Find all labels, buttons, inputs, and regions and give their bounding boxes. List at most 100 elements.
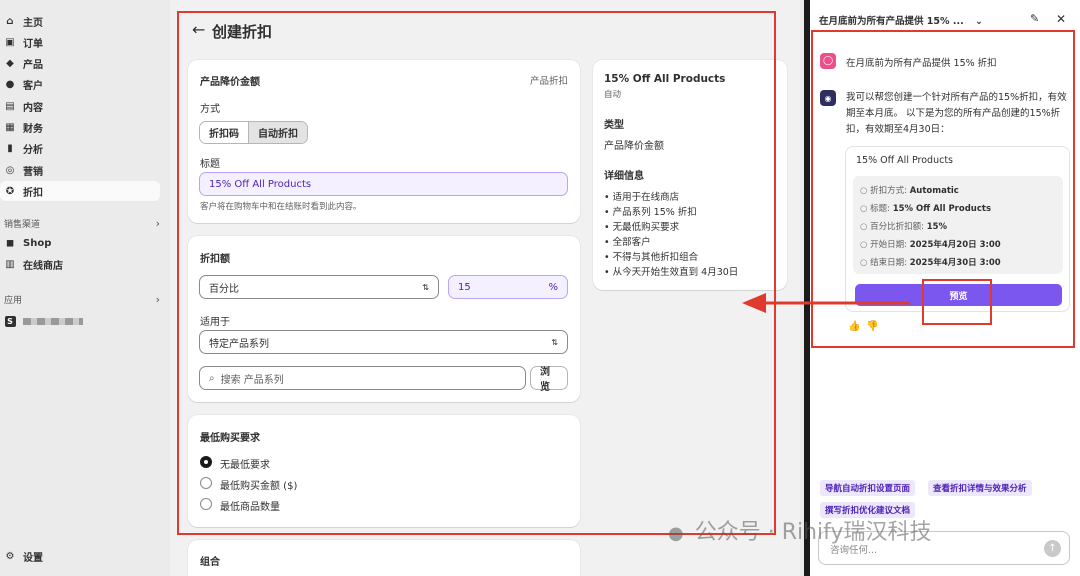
radio-label: 无最低要求: [220, 460, 270, 471]
chevron-right-icon: ›: [155, 293, 160, 306]
summary-detail-item: • 全部客户: [604, 237, 651, 248]
sidebar-item-6[interactable]: ▮ 分析: [0, 138, 160, 158]
orders-icon: ▣: [5, 36, 15, 48]
bank-icon: ▦: [5, 121, 15, 133]
assistant-avatar-icon: ◉: [820, 90, 836, 106]
suggestion-chip[interactable]: 查看折扣详情与效果分析: [928, 480, 1032, 496]
user-message: 在月底前为所有产品提供 15% 折扣: [846, 58, 997, 69]
radio-label: 最低商品数量: [220, 502, 280, 513]
summary-title: 15% Off All Products: [604, 73, 726, 85]
radio-min-amount[interactable]: [200, 477, 212, 489]
combinations-card: 组合: [188, 540, 580, 576]
title-label: 标题: [200, 159, 220, 170]
select-arrows-icon: ⇅: [551, 337, 558, 347]
sidebar: ⌂ 主页 ▣ 订单 ◆ 产品 ● 客户 ▤ 内容 ▦ 财务 ▮ 分析 ◎ 营销 ✪ 折扣 销售渠道 › ◼ Shop…: [0, 0, 170, 576]
main-content: ← 创建折扣 产品降价金额 产品折扣 方式 折扣码 自动折扣 标题 15% Of…: [170, 0, 800, 576]
summary-details-label: 详细信息: [604, 171, 644, 182]
summary-type-label: 类型: [604, 120, 624, 131]
summary-detail-item: • 从今天开始生效直到 4月30日: [604, 267, 739, 278]
conversation-title[interactable]: 在月底前为所有产品提供 15% ... ⌄: [819, 13, 983, 27]
close-icon[interactable]: ✕: [1056, 12, 1066, 26]
shop-icon: ◼: [5, 237, 15, 249]
sidebar-item-2[interactable]: ◆ 产品: [0, 53, 160, 73]
apps-header[interactable]: 应用 ›: [4, 293, 160, 306]
summary-subtitle: 自动: [604, 90, 622, 100]
collection-search-input[interactable]: ⌕ 搜索 产品系列: [199, 366, 526, 390]
discount-value-card: 折扣额 百分比 ⇅ 15 % 适用于 特定产品系列 ⇅ ⌕ 搜索 产品系列 浏览: [188, 236, 580, 402]
annotation-arrow: [742, 293, 910, 313]
radio-label: 最低购买金额 ($): [220, 481, 298, 492]
percent-input[interactable]: 15 %: [448, 275, 568, 299]
sidebar-item-0[interactable]: ⌂ 主页: [0, 11, 160, 31]
sidebar-app-item[interactable]: S: [0, 311, 160, 331]
summary-card: 15% Off All Products 自动 类型 产品降价金额 详细信息 •…: [593, 60, 787, 290]
app-icon: S: [4, 315, 16, 327]
search-icon: ⌕: [209, 372, 215, 384]
person-icon: ●: [5, 78, 15, 90]
minimum-requirements-card: 最低购买要求 无最低要求 最低购买金额 ($) 最低商品数量: [188, 415, 580, 527]
summary-detail-item: • 不得与其他折扣组合: [604, 252, 699, 263]
summary-detail-item: • 适用于在线商店: [604, 192, 680, 203]
discount-type-select[interactable]: 百分比 ⇅: [199, 275, 439, 299]
sidebar-item-5[interactable]: ▦ 财务: [0, 117, 160, 137]
suggestion-chip[interactable]: 导航自动折扣设置页面: [820, 480, 916, 496]
select-arrows-icon: ⇅: [422, 282, 429, 292]
arrow-left-icon: ←: [192, 20, 206, 39]
method-label: 方式: [200, 104, 220, 115]
card-heading: 组合: [200, 557, 220, 568]
discount-type-tag: 产品折扣: [529, 76, 568, 87]
page-title: 创建折扣: [212, 23, 273, 41]
sidebar-item-settings[interactable]: ⚙ 设置: [0, 546, 160, 566]
store-icon: ▥: [5, 258, 15, 270]
chat-card-item: ○ 折扣方式: Automatic: [860, 186, 959, 196]
edit-icon[interactable]: ✎: [1030, 12, 1039, 25]
send-arrow-icon[interactable]: ↑: [1044, 540, 1061, 557]
method-option-automatic[interactable]: 自动折扣: [248, 122, 307, 143]
sidebar-item-3[interactable]: ● 客户: [0, 74, 160, 94]
thumbs-up-icon[interactable]: 👍: [848, 321, 860, 332]
chart-icon: ▮: [7, 142, 13, 154]
watermark: ● 公众号 · Rihify瑞汉科技: [668, 520, 932, 545]
card-heading: 产品降价金额: [200, 77, 260, 88]
radio-no-minimum[interactable]: [200, 456, 212, 468]
chat-card-item: ○ 标题: 15% Off All Products: [860, 204, 992, 214]
radio-min-quantity[interactable]: [200, 498, 212, 510]
summary-detail-item: • 产品系列 15% 折扣: [604, 207, 697, 218]
assistant-message: 我可以帮您创建一个针对所有产品的15%折扣，有效期至本月底。 以下是为您的所有产…: [846, 92, 1067, 135]
sidebar-item-7[interactable]: ◎ 营销: [0, 160, 160, 180]
thumbs-down-icon[interactable]: 👎: [866, 321, 878, 332]
chat-card-item: ○ 结束日期: 2025年4月30日 3:00: [860, 258, 1001, 268]
back-button[interactable]: ←: [192, 20, 205, 39]
chevron-right-icon: ›: [155, 217, 160, 230]
title-help-text: 客户将在购物车中和在结账时看到此内容。: [200, 202, 362, 212]
method-segmented-control: 折扣码 自动折扣: [199, 121, 308, 144]
title-input[interactable]: 15% Off All Products: [199, 172, 568, 196]
gear-icon: ⚙: [5, 550, 15, 562]
sidebar-item-4[interactable]: ▤ 内容: [0, 96, 160, 116]
target-icon: ◎: [5, 164, 15, 176]
blurred-app-name: [23, 317, 83, 325]
summary-detail-item: • 无最低购买要求: [604, 222, 680, 233]
applies-to-select[interactable]: 特定产品系列 ⇅: [199, 330, 568, 354]
content-icon: ▤: [5, 100, 15, 112]
card-heading: 折扣额: [200, 254, 230, 265]
tag-icon: ◆: [6, 57, 14, 69]
browse-button[interactable]: 浏览: [530, 366, 568, 393]
summary-type-value: 产品降价金额: [604, 141, 664, 152]
method-option-code[interactable]: 折扣码: [200, 122, 248, 143]
chat-card-item: ○ 百分比折扣额: 15%: [860, 222, 948, 232]
chat-card-title: 15% Off All Products: [856, 155, 953, 166]
user-avatar-icon: ◯: [820, 53, 836, 69]
applies-to-label: 适用于: [200, 317, 230, 328]
home-icon: ⌂: [6, 15, 14, 27]
chat-card-item: ○ 开始日期: 2025年4月20日 3:00: [860, 240, 1001, 250]
sidebar-item-1[interactable]: ▣ 订单: [0, 32, 160, 52]
sidebar-channel-0[interactable]: ◼ Shop: [0, 233, 160, 253]
chevron-down-icon: ⌄: [975, 16, 983, 27]
sales-channels-header[interactable]: 销售渠道 ›: [4, 217, 160, 230]
sidebar-item-8[interactable]: ✪ 折扣: [0, 181, 160, 201]
wechat-icon: ●: [668, 523, 684, 544]
discount-icon: ✪: [5, 185, 15, 197]
card-heading: 最低购买要求: [200, 433, 260, 444]
sidebar-channel-1[interactable]: ▥ 在线商店: [0, 254, 160, 274]
